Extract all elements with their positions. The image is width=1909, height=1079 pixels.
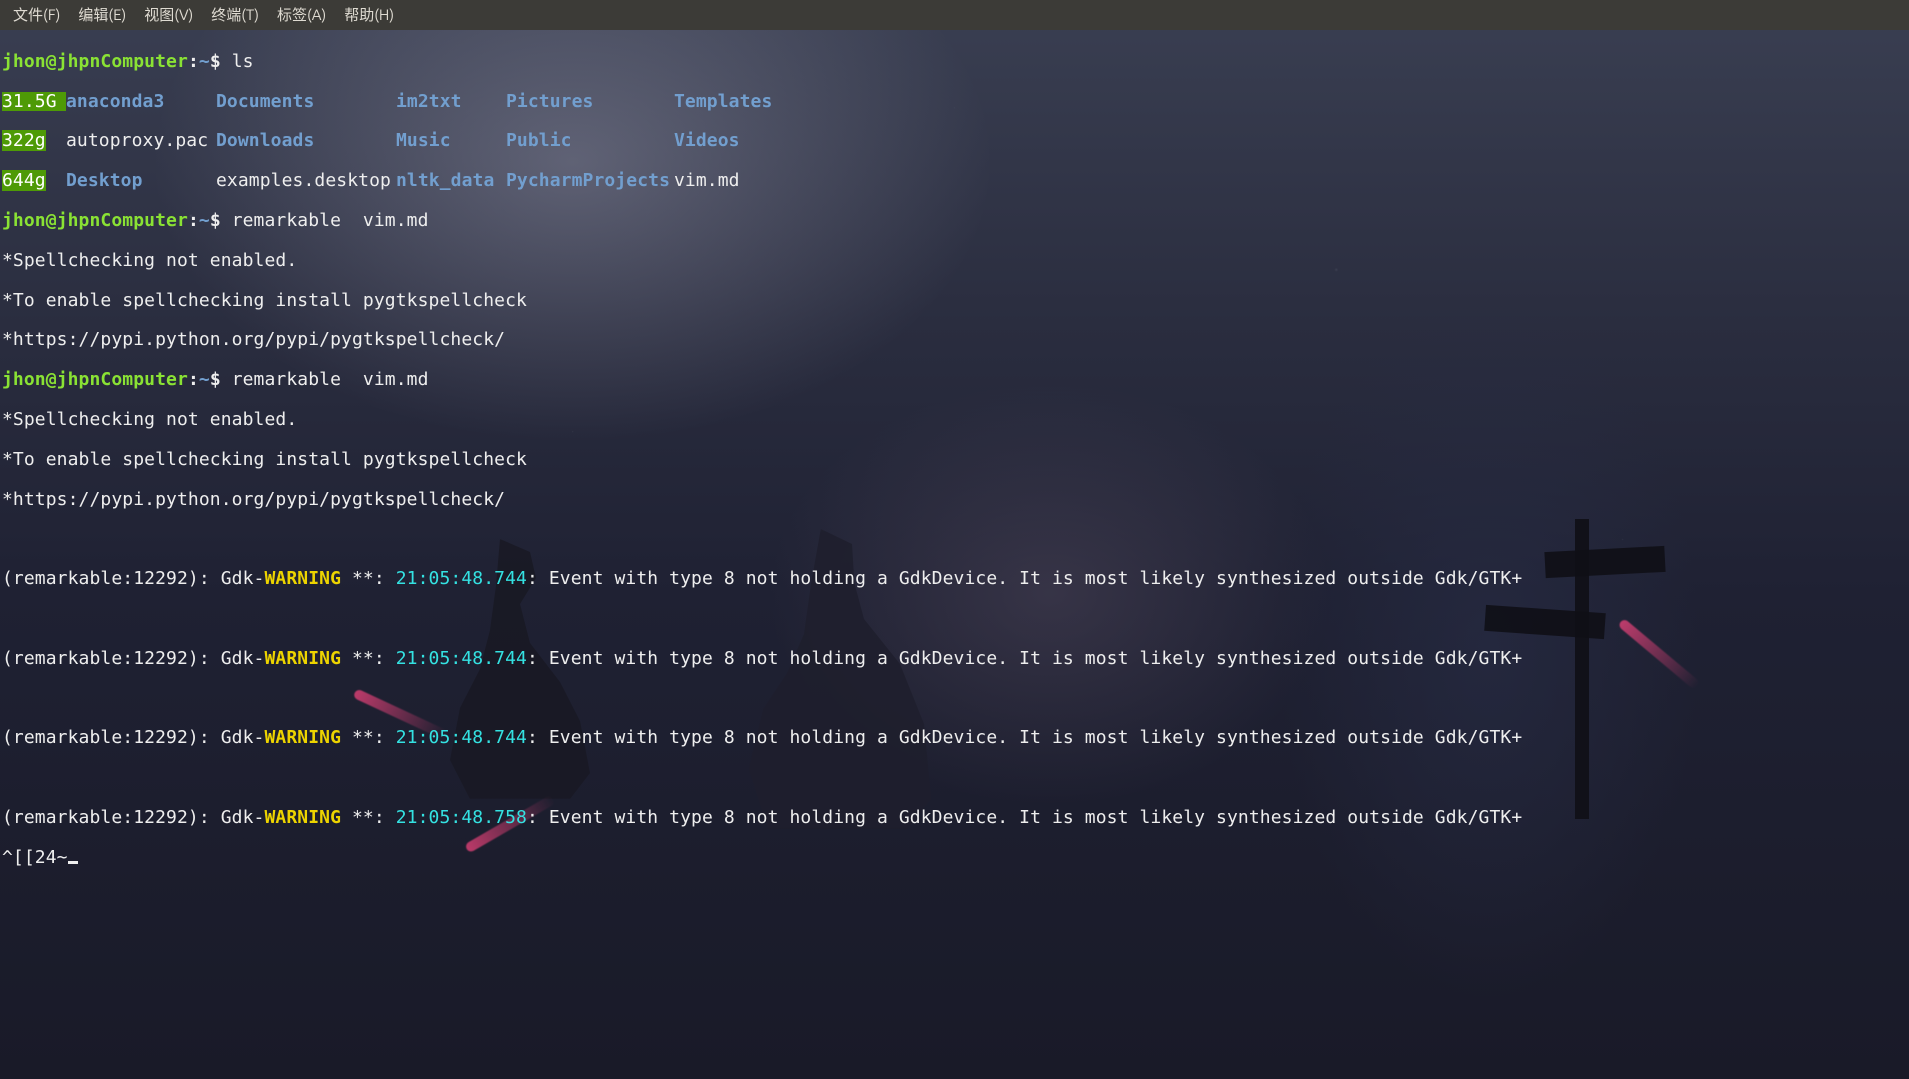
menu-help[interactable]: 帮助(H) — [335, 7, 403, 24]
ls-size: 644g — [2, 170, 46, 191]
warning-label: WARNING — [265, 807, 342, 828]
warning-label: WARNING — [265, 648, 342, 669]
prompt-line: jhon@jhpnComputer:~$ ls — [2, 52, 1907, 72]
prompt-line: jhon@jhpnComputer:~$ remarkable vim.md — [2, 370, 1907, 390]
prompt-host: jhpnComputer — [57, 51, 188, 72]
gdk-warning-line: (remarkable:12292): Gdk-WARNING **: 21:0… — [2, 649, 1907, 669]
menu-file[interactable]: 文件(F) — [4, 7, 69, 24]
blank-line — [2, 689, 1907, 709]
ls-dir-pycharmprojects: PycharmProjects — [506, 171, 674, 191]
ls-row: 322g autoproxy.pacDownloadsMusicPublicVid… — [2, 131, 1907, 151]
output-text: *https://pypi.python.org/pypi/pygtkspell… — [2, 490, 1907, 510]
ls-size: 322g — [2, 130, 46, 151]
prompt-user: jhon — [2, 51, 46, 72]
menu-view[interactable]: 视图(V) — [135, 7, 202, 24]
menu-tabs[interactable]: 标签(A) — [268, 7, 335, 24]
ls-dir-pictures: Pictures — [506, 92, 674, 112]
ls-dir-public: Public — [506, 131, 674, 151]
ls-dir-desktop: Desktop — [66, 171, 216, 191]
gdk-warning-line: (remarkable:12292): Gdk-WARNING **: 21:0… — [2, 808, 1907, 828]
menu-edit[interactable]: 编辑(E) — [69, 7, 135, 24]
input-escape-sequence: ^[[24~ — [2, 848, 1907, 868]
ls-dir-nltk-data: nltk_data — [396, 171, 506, 191]
gdk-warning-line: (remarkable:12292): Gdk-WARNING **: 21:0… — [2, 569, 1907, 589]
prompt-line: jhon@jhpnComputer:~$ remarkable vim.md — [2, 211, 1907, 231]
command-remarkable-2: remarkable vim.md — [232, 369, 429, 390]
ls-dir-anaconda3: anaconda3 — [66, 92, 216, 112]
ls-row: 31.5Ganaconda3Documentsim2txtPicturesTem… — [2, 92, 1907, 112]
terminal-cursor — [68, 861, 78, 864]
blank-line — [2, 609, 1907, 629]
ls-file-vim-md: vim.md — [674, 171, 794, 191]
command-remarkable-1: remarkable vim.md — [232, 210, 429, 231]
command-ls: ls — [232, 51, 254, 72]
timestamp: 21:05:48.744 — [396, 568, 527, 589]
warning-label: WARNING — [265, 727, 342, 748]
ls-dir-music: Music — [396, 131, 506, 151]
ls-size: 31.5G — [2, 92, 66, 112]
menubar: 文件(F) 编辑(E) 视图(V) 终端(T) 标签(A) 帮助(H) — [0, 0, 1909, 30]
timestamp: 21:05:48.744 — [396, 727, 527, 748]
terminal-output[interactable]: jhon@jhpnComputer:~$ ls 31.5Ganaconda3Do… — [0, 30, 1909, 890]
timestamp: 21:05:48.744 — [396, 648, 527, 669]
ls-dir-videos: Videos — [674, 131, 794, 151]
menu-terminal[interactable]: 终端(T) — [202, 7, 268, 24]
output-text: *Spellchecking not enabled. — [2, 251, 1907, 271]
ls-file-autoproxy: autoproxy.pac — [66, 131, 216, 151]
output-text: *To enable spellchecking install pygtksp… — [2, 450, 1907, 470]
ls-dir-downloads: Downloads — [216, 131, 396, 151]
output-text: *Spellchecking not enabled. — [2, 410, 1907, 430]
ls-file-examples-desktop: examples.desktop — [216, 171, 396, 191]
output-text: *To enable spellchecking install pygtksp… — [2, 291, 1907, 311]
ls-row: 644g Desktopexamples.desktopnltk_dataPych… — [2, 171, 1907, 191]
blank-line — [2, 529, 1907, 549]
warning-label: WARNING — [265, 568, 342, 589]
gdk-warning-line: (remarkable:12292): Gdk-WARNING **: 21:0… — [2, 728, 1907, 748]
output-text: *https://pypi.python.org/pypi/pygtkspell… — [2, 330, 1907, 350]
ls-dir-im2txt: im2txt — [396, 92, 506, 112]
ls-dir-templates: Templates — [674, 92, 794, 112]
ls-dir-documents: Documents — [216, 92, 396, 112]
timestamp: 21:05:48.758 — [396, 807, 527, 828]
prompt-path: ~ — [199, 51, 210, 72]
blank-line — [2, 768, 1907, 788]
